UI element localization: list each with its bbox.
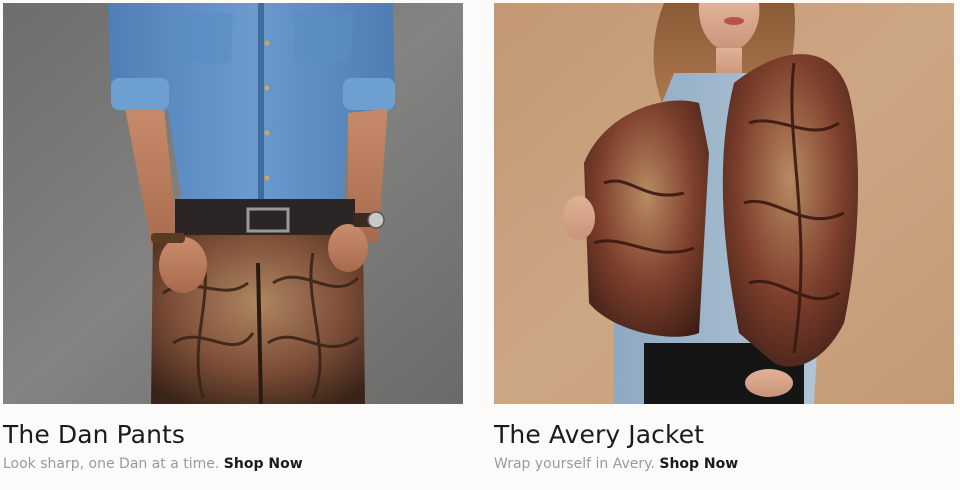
dan-pants-photo (3, 3, 463, 404)
product-title[interactable]: The Avery Jacket (494, 420, 704, 449)
product-card-avery-jacket: The Avery Jacket Wrap yourself in Avery.… (494, 0, 954, 472)
product-title[interactable]: The Dan Pants (3, 420, 185, 449)
product-card-dan-pants: The Dan Pants Look sharp, one Dan at a t… (3, 0, 463, 472)
product-tagline: Look sharp, one Dan at a time. (3, 456, 220, 472)
product-tagline: Wrap yourself in Avery. (494, 456, 655, 472)
product-subtitle: Look sharp, one Dan at a time. Shop Now (3, 456, 303, 472)
product-image-dan-pants[interactable] (3, 3, 463, 404)
shop-now-link[interactable]: Shop Now (659, 456, 738, 472)
shop-now-link[interactable]: Shop Now (224, 456, 303, 472)
product-image-avery-jacket[interactable] (494, 3, 954, 404)
avery-jacket-photo (494, 3, 954, 404)
product-subtitle: Wrap yourself in Avery. Shop Now (494, 456, 738, 472)
